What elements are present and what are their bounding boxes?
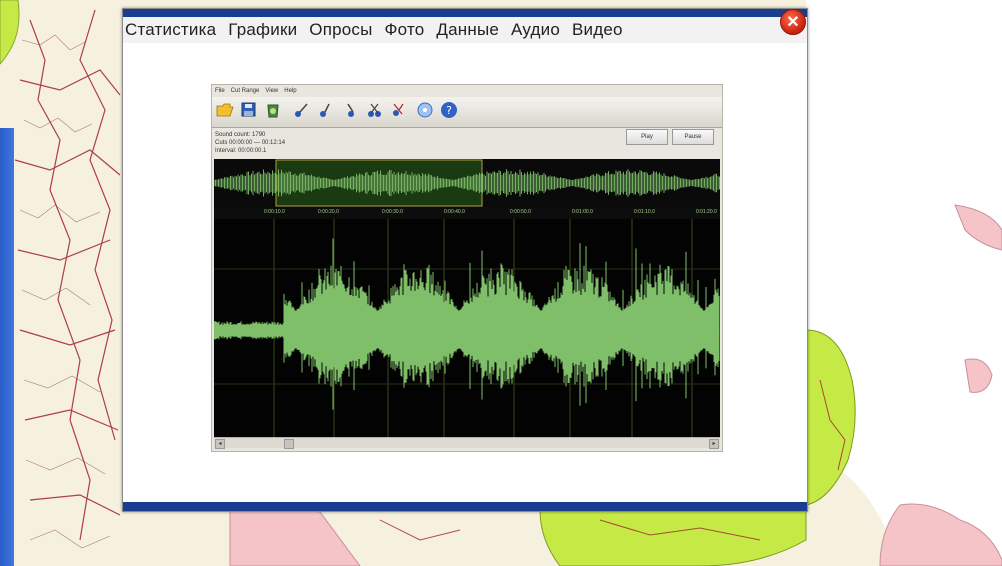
- close-icon: ✕: [786, 14, 800, 31]
- timeline-label: 0:01:20.0: [696, 209, 717, 215]
- close-button[interactable]: ✕: [780, 9, 806, 35]
- scissors-alt-icon[interactable]: [390, 101, 408, 119]
- window-menu-bar: Статистика Графики Опросы Фото Данные Ау…: [123, 17, 807, 43]
- info-line: Sound count: 1790: [215, 132, 266, 138]
- cut-start-icon[interactable]: [316, 101, 334, 119]
- window-title-bar: [123, 9, 807, 17]
- menu-data[interactable]: Данные: [433, 20, 508, 40]
- menu-audio[interactable]: Аудио: [508, 20, 569, 40]
- menu-video[interactable]: Видео: [569, 20, 632, 40]
- timeline-label: 0:00:30.0: [382, 209, 403, 215]
- timeline-label: 0:00:10.0: [264, 209, 285, 215]
- recycle-icon[interactable]: [264, 101, 282, 119]
- waveform-main[interactable]: [214, 219, 720, 437]
- audio-toolbar: ?: [212, 97, 722, 128]
- scroll-thumb[interactable]: [284, 439, 294, 449]
- info-line: Interval: 00:00:00.1: [215, 148, 267, 154]
- menu-surveys[interactable]: Опросы: [306, 20, 381, 40]
- scissors-icon[interactable]: [366, 101, 384, 119]
- open-folder-icon[interactable]: [216, 101, 234, 119]
- menu-charts[interactable]: Графики: [225, 20, 306, 40]
- svg-text:?: ?: [446, 104, 452, 117]
- timeline-label: 0:01:00.0: [572, 209, 593, 215]
- waveform-overview[interactable]: [214, 159, 720, 207]
- horizontal-scrollbar[interactable]: ◂ ▸: [214, 437, 720, 449]
- cut-icon[interactable]: [292, 101, 310, 119]
- cd-icon[interactable]: [416, 101, 434, 119]
- timeline-label: 0:00:40.0: [444, 209, 465, 215]
- info-line: Cuts 00:00:00 — 00:12:14: [215, 140, 286, 146]
- audio-editor-screenshot: File Cut Range View Help ? Sound count: …: [211, 84, 723, 452]
- timeline-label: 0:00:50.0: [510, 209, 531, 215]
- help-icon[interactable]: ?: [440, 101, 458, 119]
- menu-statistics[interactable]: Статистика: [123, 20, 225, 40]
- cut-end-icon[interactable]: [342, 101, 360, 119]
- save-icon[interactable]: [240, 101, 258, 119]
- scroll-left-icon[interactable]: ◂: [215, 439, 225, 449]
- pause-button[interactable]: Pause: [672, 129, 714, 145]
- timeline-ruler: 0:00:10.0 0:00:20.0 0:00:30.0 0:00:40.0 …: [214, 207, 720, 219]
- menu-photo[interactable]: Фото: [382, 20, 434, 40]
- media-window: Статистика Графики Опросы Фото Данные Ау…: [122, 8, 808, 512]
- timeline-label: 0:01:10.0: [634, 209, 655, 215]
- scroll-right-icon[interactable]: ▸: [709, 439, 719, 449]
- timeline-label: 0:00:20.0: [318, 209, 339, 215]
- slide-side-strip: [0, 128, 14, 566]
- window-bottom-bar: [123, 502, 807, 511]
- audio-info: Sound count: 1790 Cuts 00:00:00 — 00:12:…: [215, 131, 285, 155]
- play-button[interactable]: Play: [626, 129, 668, 145]
